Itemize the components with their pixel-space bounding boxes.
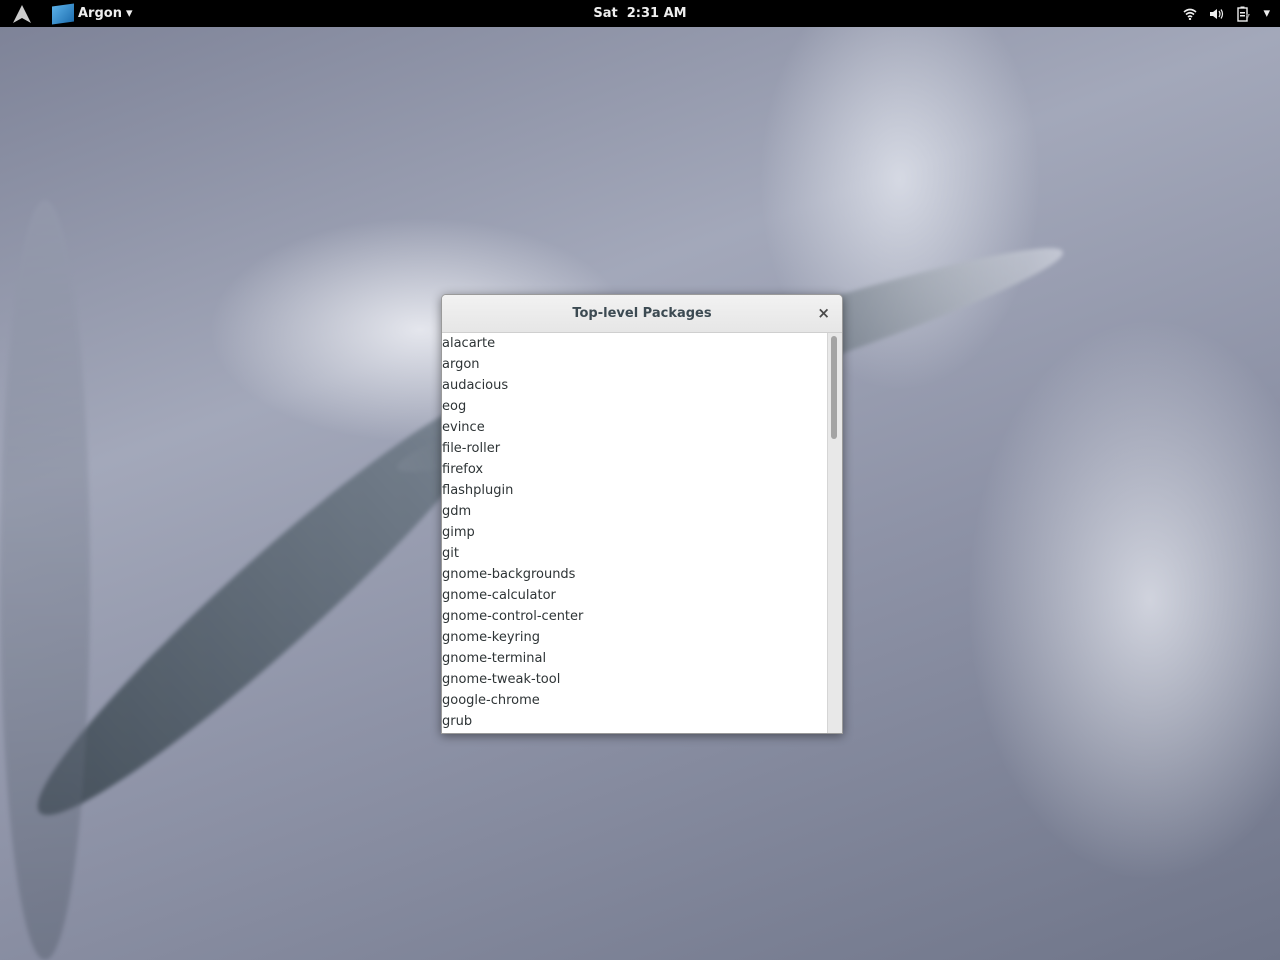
- top-level-packages-dialog: Top-level Packages × alacarte argon audaci…: [441, 294, 843, 734]
- dialog-header: Top-level Packages ×: [442, 295, 842, 333]
- list-item[interactable]: gnome-tweak-tool: [442, 669, 828, 690]
- app-menu[interactable]: Argon ▾: [52, 0, 133, 27]
- list-item[interactable]: gdm: [442, 501, 828, 522]
- list-item[interactable]: gnome-backgrounds: [442, 564, 828, 585]
- list-item[interactable]: flashplugin: [442, 480, 828, 501]
- app-box-icon: [52, 2, 74, 25]
- app-menu-label: Argon: [78, 6, 122, 21]
- clock[interactable]: Sat 2:31 AM: [593, 6, 686, 21]
- list-item[interactable]: argon: [442, 354, 828, 375]
- wifi-icon[interactable]: [1183, 8, 1197, 20]
- activities-button[interactable]: [12, 0, 34, 27]
- list-item[interactable]: git: [442, 543, 828, 564]
- package-list[interactable]: alacarte argon audacious eog evince file-roll…: [442, 333, 828, 733]
- list-item[interactable]: file-roller: [442, 438, 828, 459]
- arch-logo-icon: [13, 5, 31, 23]
- list-item[interactable]: gimp: [442, 522, 828, 543]
- list-item[interactable]: grub: [442, 711, 828, 732]
- system-tray[interactable]: ▾: [1183, 0, 1270, 27]
- list-item[interactable]: gnome-keyring: [442, 627, 828, 648]
- dialog-title: Top-level Packages: [572, 306, 712, 321]
- scrollbar[interactable]: [827, 333, 842, 733]
- list-item[interactable]: gnome-calculator: [442, 585, 828, 606]
- battery-charging-icon[interactable]: [1237, 6, 1251, 22]
- wallpaper-decoration: [0, 200, 90, 960]
- list-item[interactable]: eog: [442, 396, 828, 417]
- list-item[interactable]: audacious: [442, 375, 828, 396]
- system-menu-arrow-icon[interactable]: ▾: [1263, 0, 1270, 27]
- list-item[interactable]: gnome-terminal: [442, 648, 828, 669]
- list-item[interactable]: google-chrome: [442, 690, 828, 711]
- list-item[interactable]: gnome-control-center: [442, 606, 828, 627]
- list-item[interactable]: alacarte: [442, 333, 828, 354]
- close-icon[interactable]: ×: [817, 304, 830, 322]
- list-item[interactable]: evince: [442, 417, 828, 438]
- top-bar: Argon ▾ Sat 2:31 AM ▾: [0, 0, 1280, 27]
- volume-icon[interactable]: [1209, 8, 1225, 20]
- chevron-down-icon: ▾: [125, 6, 133, 21]
- list-item[interactable]: firefox: [442, 459, 828, 480]
- scrollbar-thumb[interactable]: [831, 336, 837, 439]
